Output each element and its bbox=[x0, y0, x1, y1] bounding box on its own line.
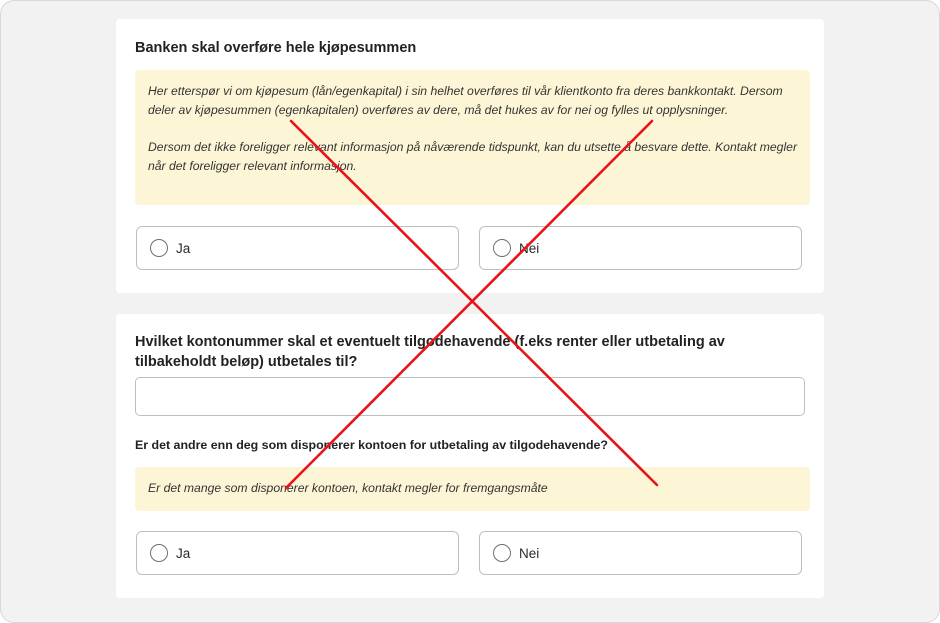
option-label: Ja bbox=[176, 241, 191, 256]
account-number-question-title: Hvilket kontonummer skal et eventuelt ti… bbox=[135, 334, 725, 370]
bank-transfer-info-box: Her etterspør vi om kjøpesum (lån/egenka… bbox=[135, 70, 810, 205]
option-label: Ja bbox=[176, 546, 191, 561]
bank-transfer-option-yes[interactable]: Ja bbox=[136, 226, 459, 270]
radio-circle-icon[interactable] bbox=[150, 239, 168, 257]
info-text: Er det mange som disponerer kontoen, kon… bbox=[148, 481, 548, 495]
info-paragraph-2: Dersom det ikke foreligger relevant info… bbox=[148, 140, 798, 173]
bank-transfer-option-no[interactable]: Nei bbox=[479, 226, 802, 270]
radio-circle-icon[interactable] bbox=[493, 544, 511, 562]
account-disposer-info-box: Er det mange som disponerer kontoen, kon… bbox=[135, 467, 810, 511]
radio-circle-icon[interactable] bbox=[150, 544, 168, 562]
account-number-input[interactable] bbox=[135, 377, 805, 416]
account-disposer-option-no[interactable]: Nei bbox=[479, 531, 802, 575]
radio-circle-icon[interactable] bbox=[493, 239, 511, 257]
bank-transfer-card: Banken skal overføre hele kjøpesummen He… bbox=[116, 19, 824, 293]
bank-transfer-question-title: Banken skal overføre hele kjøpesummen bbox=[135, 40, 417, 56]
info-paragraph-1: Her etterspør vi om kjøpesum (lån/egenka… bbox=[148, 84, 783, 117]
account-disposer-option-yes[interactable]: Ja bbox=[136, 531, 459, 575]
account-number-card: Hvilket kontonummer skal et eventuelt ti… bbox=[116, 314, 824, 598]
screenshot-frame: Banken skal overføre hele kjøpesummen He… bbox=[0, 0, 940, 623]
option-label: Nei bbox=[519, 546, 540, 561]
account-disposer-question: Er det andre enn deg som disponerer kont… bbox=[135, 438, 608, 452]
option-label: Nei bbox=[519, 241, 540, 256]
